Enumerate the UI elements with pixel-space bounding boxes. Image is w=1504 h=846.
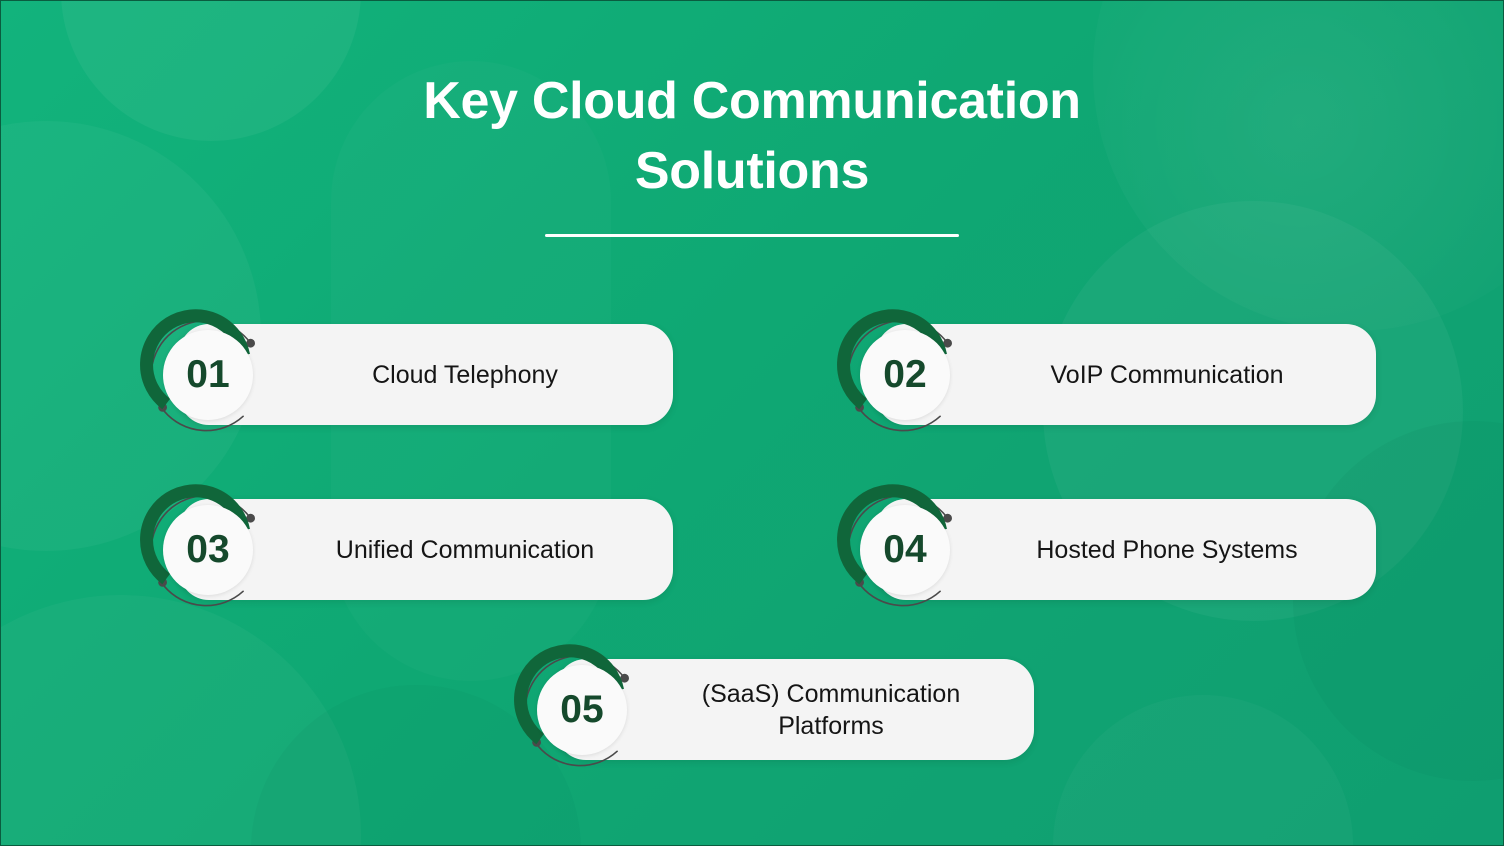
step-number: 02: [860, 330, 950, 420]
step-badge: 03: [140, 484, 271, 613]
decorative-blob-right-edge: [1293, 421, 1503, 781]
list-item-label: Hosted Phone Systems: [1036, 535, 1298, 564]
step-badge: 05: [514, 644, 645, 773]
step-number: 01: [163, 330, 253, 420]
list-item-label: Unified Communication: [335, 535, 595, 564]
decorative-blob-bottom-left: [1, 595, 361, 845]
step-number: 04: [860, 505, 950, 595]
step-number: 05: [537, 665, 627, 755]
list-item-label: Cloud Telephony: [372, 360, 558, 389]
list-item-label: VoIP Communication: [1050, 360, 1284, 389]
decorative-blob-bottom-right: [1053, 695, 1353, 845]
title-line-2: Solutions: [634, 141, 870, 200]
page-title: Key Cloud Communication Solutions: [372, 67, 1132, 206]
title-line-1: Key Cloud Communication: [423, 72, 1081, 130]
title-divider: [545, 234, 959, 238]
title-block: Key Cloud Communication Solutions: [1, 67, 1503, 238]
step-badge: 02: [837, 309, 968, 438]
step-badge: 04: [837, 484, 968, 613]
infographic-slide: Key Cloud Communication Solutions Cloud T…: [0, 0, 1504, 846]
step-number: 03: [163, 505, 253, 595]
step-badge: 01: [140, 309, 271, 438]
